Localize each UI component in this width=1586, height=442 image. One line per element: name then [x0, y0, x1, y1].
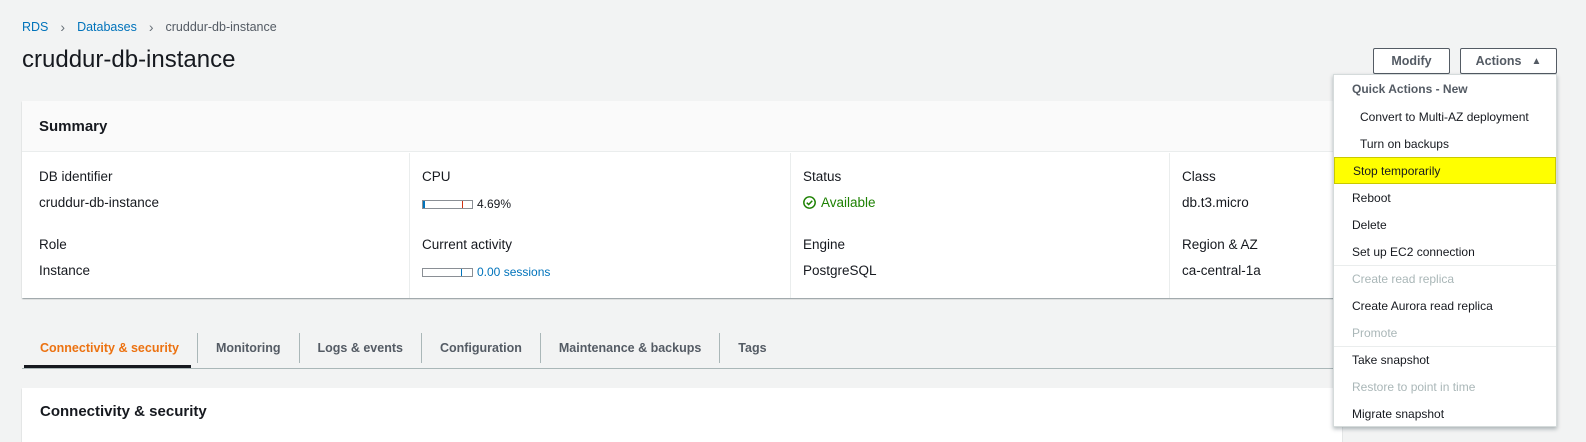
check-circle-icon [803, 196, 816, 209]
summary-title: Summary [22, 101, 1342, 152]
role-value: Instance [39, 263, 91, 278]
actions-button[interactable]: Actions ▲ [1460, 48, 1557, 74]
status-text: Available [821, 195, 876, 210]
connectivity-panel: Connectivity & security [22, 388, 1342, 442]
cpu-value: 4.69% [477, 197, 512, 211]
modify-button-label: Modify [1391, 54, 1432, 68]
class-label: Class [1182, 169, 1216, 184]
summary-col-class: Class db.t3.micro Region & AZ ca-central… [1169, 153, 1342, 298]
page-title: cruddur-db-instance [22, 46, 236, 73]
role-label: Role [39, 237, 67, 252]
db-identifier-label: DB identifier [39, 169, 113, 184]
menu-item-create-aurora-read-replica[interactable]: Create Aurora read replica [1334, 292, 1556, 319]
menu-item-restore-point-in-time: Restore to point in time [1352, 379, 1476, 394]
status-value: Available [803, 195, 876, 210]
tab-logs-events[interactable]: Logs & events [300, 333, 422, 363]
region-label: Region & AZ [1182, 237, 1258, 252]
menu-item-stop-temporarily[interactable]: Stop temporarily [1334, 157, 1556, 184]
engine-label: Engine [803, 237, 846, 252]
menu-item-setup-ec2-connection[interactable]: Set up EC2 connection [1334, 238, 1556, 265]
db-identifier-value: cruddur-db-instance [39, 195, 160, 210]
modify-button[interactable]: Modify [1373, 48, 1450, 74]
breadcrumb: RDS › Databases › cruddur-db-instance [22, 19, 277, 35]
cpu-bar [422, 199, 473, 209]
breadcrumb-databases[interactable]: Databases [77, 20, 137, 34]
cpu-label: CPU [422, 169, 451, 184]
actions-button-label: Actions [1475, 54, 1522, 68]
menu-item-turn-on-backups[interactable]: Turn on backups [1334, 130, 1556, 157]
menu-item-take-snapshot[interactable]: Take snapshot [1334, 346, 1556, 373]
sessions-link[interactable]: 0.00 sessions [477, 265, 550, 279]
summary-col-identifier: DB identifier cruddur-db-instance Role I… [22, 153, 409, 298]
cpu-meter: 4.69% [422, 197, 511, 211]
tab-bar: Connectivity & security Monitoring Logs … [22, 328, 1342, 369]
summary-col-status: Status Available Engine PostgreSQL [790, 153, 1170, 298]
breadcrumb-current: cruddur-db-instance [165, 20, 277, 34]
activity-bar [422, 267, 473, 277]
tab-monitoring[interactable]: Monitoring [198, 333, 300, 363]
menu-item-create-read-replica: Create read replica [1352, 271, 1455, 286]
menu-item-convert-multi-az[interactable]: Convert to Multi-AZ deployment [1334, 103, 1556, 130]
section-title: Connectivity & security [40, 403, 207, 420]
chevron-right-icon: › [148, 19, 154, 35]
menu-item-migrate-snapshot[interactable]: Migrate snapshot [1334, 400, 1556, 427]
menu-item-reboot[interactable]: Reboot [1334, 184, 1556, 211]
caret-up-icon: ▲ [1531, 55, 1542, 67]
summary-col-cpu: CPU 4.69% Current activity 0.00 sessions [409, 153, 790, 298]
summary-panel: Summary DB identifier cruddur-db-instanc… [22, 101, 1342, 298]
tab-configuration[interactable]: Configuration [422, 333, 541, 363]
activity-meter: 0.00 sessions [422, 265, 550, 279]
menu-group-quick-actions: Quick Actions - New [1352, 81, 1468, 96]
tab-maintenance-backups[interactable]: Maintenance & backups [541, 333, 721, 363]
breadcrumb-rds[interactable]: RDS [22, 20, 48, 34]
tab-tags[interactable]: Tags [720, 333, 784, 363]
chevron-right-icon: › [60, 19, 66, 35]
engine-value: PostgreSQL [803, 263, 877, 278]
tab-connectivity-security[interactable]: Connectivity & security [22, 333, 198, 363]
status-label: Status [803, 169, 842, 184]
menu-item-promote: Promote [1352, 325, 1398, 340]
active-tab-indicator [24, 365, 191, 368]
actions-menu: Quick Actions - New Convert to Multi-AZ … [1333, 74, 1557, 427]
current-activity-label: Current activity [422, 237, 513, 252]
class-value: db.t3.micro [1182, 195, 1249, 210]
region-value: ca-central-1a [1182, 263, 1261, 278]
menu-item-delete[interactable]: Delete [1334, 211, 1556, 238]
